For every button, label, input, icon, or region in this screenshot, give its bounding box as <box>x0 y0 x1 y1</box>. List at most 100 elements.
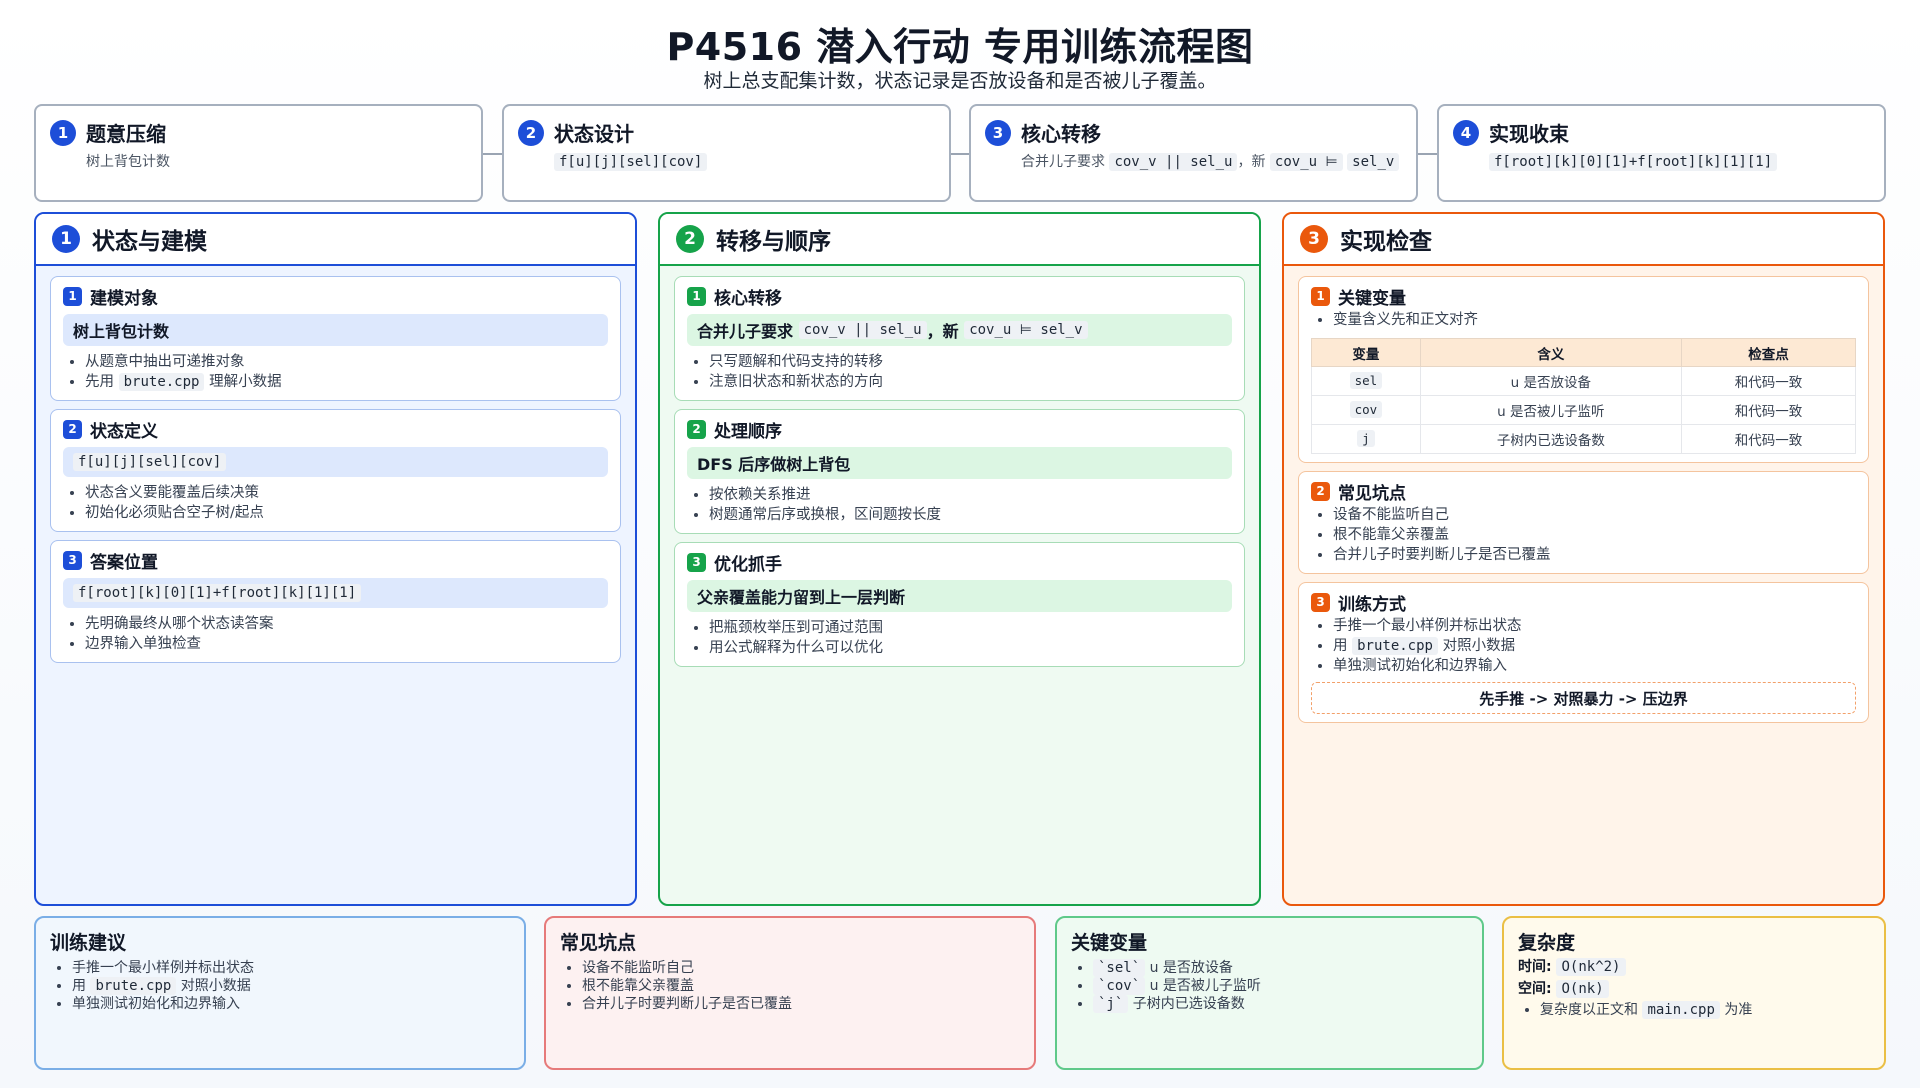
table-header: 含义 <box>1419 338 1682 367</box>
page-subtitle: 树上总支配集计数，状态记录是否放设备和是否被儿子覆盖。 <box>703 70 1217 92</box>
bullet-item: 合并儿子时要判断儿子是否已覆盖 <box>1333 545 1856 565</box>
bullet-item: 用 brute.cpp 对照小数据 <box>1333 636 1856 656</box>
bullet-item: 根不能靠父亲覆盖 <box>582 977 1020 995</box>
box-title: 训练建议 <box>50 932 127 954</box>
card-number-badge: 2 <box>1311 481 1330 501</box>
card-number-badge: 1 <box>687 286 706 306</box>
space-complexity: 空间: O(nk) <box>1518 979 1870 999</box>
bullet-item: 手推一个最小样例并标出状态 <box>1333 616 1856 636</box>
step-number-badge: 3 <box>985 119 1011 146</box>
bullet-item: 复杂度以正文和 main.cpp 为准 <box>1540 1001 1870 1019</box>
box-training-advice: 训练建议 手推一个最小样例并标出状态 用 brute.cpp 对照小数据 单独测… <box>34 916 526 1070</box>
bullet-item: 设备不能监听自己 <box>1333 505 1856 525</box>
bullet-item: 从题意中抽出可递推对象 <box>85 352 608 372</box>
step-2: 2 状态设计 f[u][j][sel][cov] <box>502 104 951 202</box>
card-optimization: 3 优化抓手 父亲覆盖能力留到上一层判断 把瓶颈枚举压到可通过范围 用公式解释为… <box>674 542 1245 667</box>
card-title: 核心转移 <box>714 288 782 309</box>
bullet-item: `cov` u 是否被儿子监听 <box>1093 977 1468 995</box>
bullet-item: 注意旧状态和新状态的方向 <box>709 372 1232 392</box>
card-highlight: 合并儿子要求 cov_v || sel_u ，新 cov_u ⊨ sel_v <box>687 314 1232 346</box>
bullet-item: 用公式解释为什么可以优化 <box>709 638 1232 658</box>
table-row: j 子树内已选设备数 和代码一致 <box>1311 424 1857 454</box>
panel-title: 转移与顺序 <box>716 229 831 255</box>
card-state-definition: 2 状态定义 f[u][j][sel][cov] 状态含义要能覆盖后续决策 初始… <box>50 409 621 532</box>
training-flow-box: 先手推 -> 对照暴力 -> 压边界 <box>1311 682 1856 714</box>
card-processing-order: 2 处理顺序 DFS 后序做树上背包 按依赖关系推进 树题通常后序或换根，区间题… <box>674 409 1245 534</box>
card-title: 状态定义 <box>90 421 158 442</box>
bullet-item: 单独测试初始化和边界输入 <box>72 995 510 1013</box>
box-key-variables: 关键变量 `sel` u 是否放设备 `cov` u 是否被儿子监听 `j` 子… <box>1055 916 1484 1070</box>
card-number-badge: 2 <box>687 419 706 439</box>
panel-title: 状态与建模 <box>92 229 207 255</box>
bullet-item: `j` 子树内已选设备数 <box>1093 995 1468 1013</box>
bullet-item: 状态含义要能覆盖后续决策 <box>85 483 608 503</box>
card-number-badge: 3 <box>687 552 706 572</box>
step-3: 3 核心转移 合并儿子要求 cov_v || sel_u ，新 cov_u ⊨ s… <box>969 104 1418 202</box>
panel-state-modeling: 1 状态与建模 1 建模对象 树上背包计数 从题意中抽出可递推对象 先用 bru… <box>34 212 637 906</box>
card-core-transition: 1 核心转移 合并儿子要求 cov_v || sel_u ，新 cov_u ⊨ s… <box>674 276 1245 401</box>
step-code: sel_v <box>1347 153 1400 171</box>
bullet-item: 先用 brute.cpp 理解小数据 <box>85 372 608 392</box>
box-common-pitfalls: 常见坑点 设备不能监听自己 根不能靠父亲覆盖 合并儿子时要判断儿子是否已覆盖 <box>544 916 1036 1070</box>
step-description: 树上背包计数 <box>86 154 170 170</box>
step-1: 1 题意压缩 树上背包计数 <box>34 104 483 202</box>
card-title: 答案位置 <box>90 552 158 573</box>
step-number-badge: 4 <box>1453 119 1479 146</box>
card-title: 建模对象 <box>90 288 158 309</box>
box-title: 复杂度 <box>1518 932 1576 954</box>
step-code: cov_u ⊨ <box>1269 153 1343 171</box>
card-title: 训练方式 <box>1338 594 1406 615</box>
box-title: 常见坑点 <box>560 932 637 954</box>
panel-transition-order: 2 转移与顺序 1 核心转移 合并儿子要求 cov_v || sel_u ，新 c… <box>658 212 1261 906</box>
panel-number-badge: 2 <box>676 225 704 253</box>
step-code: f[root][k][0][1]+f[root][k][1][1] <box>1489 153 1778 171</box>
panel-title: 实现检查 <box>1340 229 1432 255</box>
card-highlight: 树上背包计数 <box>63 314 608 346</box>
bullet-item: 按依赖关系推进 <box>709 485 1232 505</box>
bullet-item: 合并儿子时要判断儿子是否已覆盖 <box>582 995 1020 1013</box>
panel-number-badge: 1 <box>52 225 80 253</box>
step-title: 实现收束 <box>1489 122 1569 146</box>
step-code: cov_v || sel_u <box>1109 153 1238 171</box>
panel-number-badge: 3 <box>1300 225 1328 253</box>
step-number-badge: 2 <box>518 119 544 146</box>
bullet-item: 边界输入单独检查 <box>85 634 608 654</box>
card-highlight: 父亲覆盖能力留到上一层判断 <box>687 580 1232 612</box>
card-title: 关键变量 <box>1338 288 1406 309</box>
bullet-item: 设备不能监听自己 <box>582 959 1020 977</box>
page-title: P4516 潜入行动 专用训练流程图 <box>666 25 1254 69</box>
card-number-badge: 2 <box>63 419 82 439</box>
step-desc-prefix: 合并儿子要求 <box>1021 154 1105 170</box>
variables-table: 变量 含义 检查点 sel u 是否放设备 和代码一致 cov u 是否被儿子监… <box>1311 338 1857 454</box>
table-header: 检查点 <box>1680 338 1857 367</box>
bullet-item: `sel` u 是否放设备 <box>1093 959 1468 977</box>
time-complexity: 时间: O(nk^2) <box>1518 957 1870 977</box>
bullet-item: 把瓶颈枚举压到可通过范围 <box>709 618 1232 638</box>
card-highlight: DFS 后序做树上背包 <box>687 447 1232 479</box>
card-title: 处理顺序 <box>714 421 782 442</box>
card-answer-location: 3 答案位置 f[root][k][0][1]+f[root][k][1][1]… <box>50 540 621 663</box>
step-title: 题意压缩 <box>86 122 166 146</box>
bullet-item: 先明确最终从哪个状态读答案 <box>85 614 608 634</box>
bullet-item: 手推一个最小样例并标出状态 <box>72 959 510 977</box>
table-header: 变量 <box>1311 338 1421 367</box>
bullet-item: 变量含义先和正文对齐 <box>1333 310 1856 330</box>
bullet-item: 根不能靠父亲覆盖 <box>1333 525 1856 545</box>
bullet-item: 只写题解和代码支持的转移 <box>709 352 1232 372</box>
card-number-badge: 3 <box>63 550 82 570</box>
card-number-badge: 1 <box>1311 286 1330 306</box>
panel-implementation-check: 3 实现检查 1 关键变量 变量含义先和正文对齐 变量 含义 检查点 <box>1282 212 1885 906</box>
card-number-badge: 3 <box>1311 592 1330 612</box>
box-title: 关键变量 <box>1071 932 1148 954</box>
step-desc-mid: ，新 <box>1237 154 1266 170</box>
card-highlight: f[u][j][sel][cov] <box>63 447 608 477</box>
card-key-variables: 1 关键变量 变量含义先和正文对齐 变量 含义 检查点 sel u 是否 <box>1298 276 1869 463</box>
bullet-item: 单独测试初始化和边界输入 <box>1333 656 1856 676</box>
step-title: 核心转移 <box>1021 122 1101 146</box>
table-row: cov u 是否被儿子监听 和代码一致 <box>1311 395 1857 425</box>
card-common-pitfalls: 2 常见坑点 设备不能监听自己 根不能靠父亲覆盖 合并儿子时要判断儿子是否已覆盖 <box>1298 471 1869 574</box>
bullet-item: 初始化必须贴合空子树/起点 <box>85 503 608 523</box>
table-row: sel u 是否放设备 和代码一致 <box>1311 366 1857 396</box>
step-code: f[u][j][sel][cov] <box>554 153 708 171</box>
bullet-item: 用 brute.cpp 对照小数据 <box>72 977 510 995</box>
